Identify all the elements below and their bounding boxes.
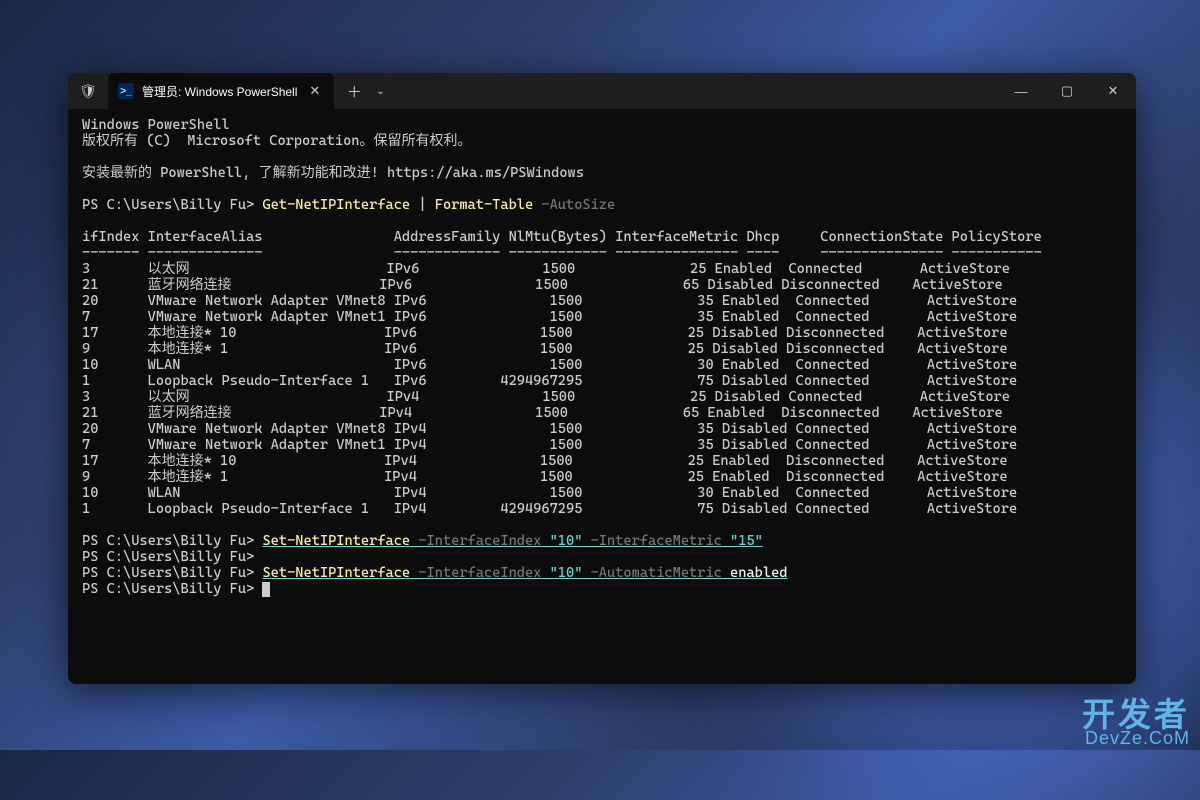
table-body: 3 以太网 IPv6 1500 25 Enabled Connected Act…	[82, 261, 1017, 517]
cmd-set1: Set-NetIPInterface	[262, 533, 410, 549]
powershell-icon: >_	[118, 83, 134, 99]
prompt: PS C:\Users\Billy Fu>	[82, 549, 262, 565]
prompt: PS C:\Users\Billy Fu>	[82, 581, 262, 597]
tab-title: 管理员: Windows PowerShell	[142, 83, 297, 100]
watermark: 开发者 DevZe.CoM	[1082, 699, 1190, 747]
banner-line1: Windows PowerShell	[82, 117, 230, 133]
table-header-dash: ------- -------------- ------------- ---…	[82, 245, 1042, 261]
prompt: PS C:\Users\Billy Fu>	[82, 565, 262, 581]
watermark-bottom: DevZe.CoM	[1082, 730, 1190, 747]
banner-line2: 版权所有 (C) Microsoft Corporation。保留所有权利。	[82, 133, 471, 149]
tab-dropdown-button[interactable]: ⌄	[370, 86, 390, 97]
prompt: PS C:\Users\Billy Fu>	[82, 197, 262, 213]
terminal-output[interactable]: Windows PowerShell 版权所有 (C) Microsoft Co…	[68, 109, 1136, 684]
minimize-button[interactable]: —	[998, 73, 1044, 109]
tab-close-button[interactable]: ✕	[305, 83, 324, 99]
close-button[interactable]: ✕	[1090, 73, 1136, 109]
cmd-set2: Set-NetIPInterface	[262, 565, 410, 581]
cmd-arg: -AutoSize	[533, 197, 615, 213]
terminal-window: 🛡 >_ 管理员: Windows PowerShell ✕ ＋ ⌄ — ▢ ✕…	[68, 73, 1136, 684]
watermark-top: 开发者	[1082, 699, 1190, 730]
banner-line3: 安装最新的 PowerShell, 了解新功能和改进! https://aka.…	[82, 165, 584, 181]
new-tab-button[interactable]: ＋	[338, 75, 370, 107]
prompt: PS C:\Users\Billy Fu>	[82, 533, 262, 549]
titlebar[interactable]: 🛡 >_ 管理员: Windows PowerShell ✕ ＋ ⌄ — ▢ ✕	[68, 73, 1136, 109]
table-header: ifIndex InterfaceAlias AddressFamily NlM…	[82, 229, 1042, 245]
cmd-get: Get-NetIPInterface	[262, 197, 410, 213]
cursor	[262, 582, 270, 597]
cmd-format: Format-Table	[435, 197, 533, 213]
tab-powershell[interactable]: >_ 管理员: Windows PowerShell ✕	[108, 73, 334, 109]
maximize-button[interactable]: ▢	[1044, 73, 1090, 109]
shield-icon: 🛡	[68, 83, 108, 100]
